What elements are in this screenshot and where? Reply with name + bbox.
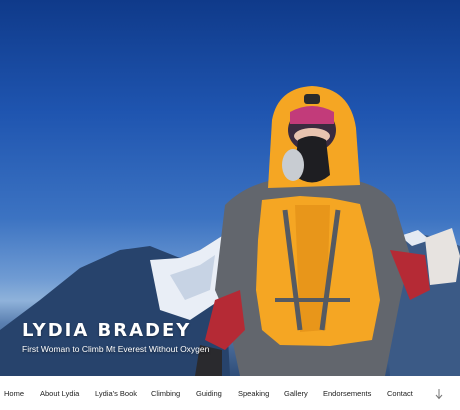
arrow-down-icon[interactable] bbox=[434, 388, 444, 400]
hero-banner: LYDIA BRADEY First Woman to Climb Mt Eve… bbox=[0, 0, 460, 376]
nav-item-endorsements[interactable]: Endorsements bbox=[323, 389, 371, 398]
nav-item-gallery[interactable]: Gallery bbox=[284, 389, 308, 398]
nav-item-guiding[interactable]: Guiding bbox=[196, 389, 222, 398]
main-nav: Home About Lydia Lydia's Book Climbing G… bbox=[0, 376, 460, 410]
nav-item-lydias-book[interactable]: Lydia's Book bbox=[95, 389, 137, 398]
nav-item-speaking[interactable]: Speaking bbox=[238, 389, 269, 398]
hero-title: LYDIA BRADEY bbox=[22, 320, 192, 341]
nav-item-contact[interactable]: Contact bbox=[387, 389, 413, 398]
nav-item-home[interactable]: Home bbox=[4, 389, 24, 398]
nav-item-climbing[interactable]: Climbing bbox=[151, 389, 180, 398]
hero-subtitle: First Woman to Climb Mt Everest Without … bbox=[22, 344, 210, 354]
nav-item-about-lydia[interactable]: About Lydia bbox=[40, 389, 79, 398]
